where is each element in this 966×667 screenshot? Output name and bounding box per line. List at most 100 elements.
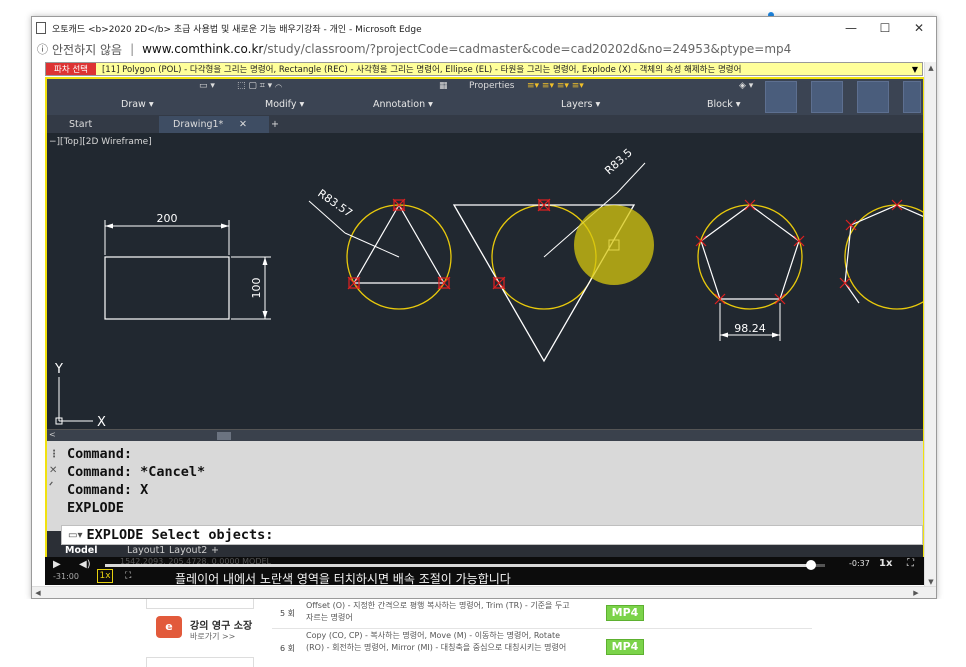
speed-right[interactable]: 1x [879, 558, 892, 569]
chapter-select-bar[interactable]: 파차 선택 [11] Polygon (POL) - 다각형을 그리는 명령어,… [45, 62, 923, 76]
command-line: EXPLODE [67, 500, 124, 516]
chapter-select-button[interactable]: 파차 선택 [46, 63, 96, 75]
speed-hint: 플레이어 내에서 노란색 영역을 터치하시면 배속 조절이 가능합니다 [175, 572, 511, 585]
axis-x-label: X [97, 415, 106, 429]
command-window[interactable]: ⋮ ✕ ᐟ Command: Command: *Cancel* Command: … [47, 441, 923, 531]
ucs-icon: Y X [54, 362, 106, 429]
cursor-highlight [574, 205, 654, 285]
add-layout-icon[interactable]: + [207, 545, 223, 556]
minimize-button[interactable]: — [834, 21, 868, 35]
rect-tool-icon[interactable]: ▭ ▾ [199, 81, 215, 91]
command-line: Command: *Cancel* [67, 464, 206, 480]
lesson-row: 6 회 Copy (CO, CP) - 복사하는 명령어, Move (M) -… [272, 629, 812, 667]
ribbon-block[interactable]: Block ▾ [707, 99, 740, 110]
maximize-button[interactable]: ☐ [868, 21, 902, 35]
scroll-left-icon[interactable]: < [49, 430, 56, 439]
dim-height: 100 [231, 256, 271, 320]
time-left: -31:00 [53, 572, 79, 581]
command-line: Command: X [67, 482, 149, 498]
address-bar[interactable]: ⓘ 안전하지 않음 | www.comthink.co.kr /study/cl… [32, 39, 936, 59]
video-player[interactable]: ▭ ▾ ⬚ ▢ ⌗ ▾ ⌒ ▦ Properties ≡▾ ≡▾ ≡▾ ≡▾ ◈… [45, 77, 925, 585]
drawing-canvas: 200 100 R83.57 R83.5 98.24 Y X [54, 146, 923, 429]
expand-icon[interactable]: ⛶ [125, 571, 131, 581]
drawing-viewport[interactable]: −][Top][2D Wireframe] 200 100 R83.57 R83… [47, 133, 923, 429]
dim-width: 200 [104, 212, 230, 255]
ribbon-tab-button[interactable] [857, 81, 889, 113]
chevron-down-icon[interactable]: ▼ [908, 65, 922, 74]
command-input[interactable]: ▭▾ EXPLODE Select objects: [61, 525, 923, 545]
keep-course-card[interactable]: e 강의 영구 소장 바로가기 >> [146, 613, 254, 643]
insecure-label: 안전하지 않음 [52, 42, 123, 57]
block-icon[interactable]: ◈ ▾ [739, 81, 753, 91]
chapter-current[interactable]: [11] Polygon (POL) - 다각형을 그리는 명령어, Recta… [102, 63, 908, 75]
modify-tools-icon[interactable]: ⬚ ▢ ⌗ ▾ ⌒ [237, 81, 282, 91]
horizontal-scrollbar[interactable]: ◀ ▶ [32, 586, 936, 598]
info-icon[interactable]: ⓘ [37, 41, 48, 57]
edge-window: 오토캐드 <b>2020 2D</b> 초급 사용법 및 새로운 기능 배우기강… [31, 16, 937, 599]
table-icon[interactable]: ▦ [439, 81, 448, 91]
ribbon-draw[interactable]: Draw ▾ [121, 99, 154, 110]
page-icon [36, 22, 46, 34]
new-tab-icon[interactable]: + [265, 116, 285, 133]
address-separator: | [130, 42, 135, 56]
volume-icon[interactable]: ◀) [79, 559, 91, 570]
mp4-button[interactable]: MP4 [606, 639, 644, 655]
lesson-desc[interactable]: Offset (O) - 지정한 간격으로 평행 복사하는 명령어, Trim … [306, 600, 576, 624]
ie-icon: e [156, 616, 182, 638]
ribbon-modify[interactable]: Modify ▾ [265, 99, 304, 110]
drawing-scrollbar[interactable]: < [47, 429, 923, 441]
ribbon-layers[interactable]: Layers ▾ [561, 99, 600, 110]
scroll-thumb[interactable] [217, 432, 231, 440]
radius1-label: R83.57 [315, 187, 355, 220]
speed-button[interactable]: 1x [97, 569, 113, 583]
lesson-number: 5 회 [280, 609, 295, 618]
url-path: /study/classroom/?projectCode=cadmaster&… [263, 42, 792, 56]
side-card [146, 657, 254, 667]
screen: 오토캐드 <b>2020 2D</b> 초급 사용법 및 새로운 기능 배우기강… [0, 0, 966, 667]
window-title: 오토캐드 <b>2020 2D</b> 초급 사용법 및 새로운 기능 배우기강… [52, 24, 422, 35]
ribbon: ▭ ▾ ⬚ ▢ ⌗ ▾ ⌒ ▦ Properties ≡▾ ≡▾ ≡▾ ≡▾ ◈… [47, 79, 923, 115]
command-prompt: EXPLODE Select objects: [86, 527, 274, 543]
scroll-up-icon[interactable]: ▲ [925, 62, 936, 74]
lesson-desc[interactable]: Copy (CO, CP) - 복사하는 명령어, Move (M) - 이동하… [306, 630, 576, 654]
command-icon[interactable]: ▭▾ [68, 530, 82, 541]
mp4-button[interactable]: MP4 [606, 605, 644, 621]
autocad-screen: ▭ ▾ ⬚ ▢ ⌗ ▾ ⌒ ▦ Properties ≡▾ ≡▾ ≡▾ ≡▾ ◈… [45, 77, 925, 559]
tab-layout2[interactable]: Layout2 [165, 545, 211, 556]
keep-link[interactable]: 바로가기 >> [190, 631, 235, 642]
close-button[interactable]: ✕ [902, 21, 936, 35]
tab-model[interactable]: Model [61, 545, 101, 556]
properties-label[interactable]: Properties [469, 81, 514, 91]
ribbon-annotation[interactable]: Annotation ▾ [373, 99, 433, 110]
ribbon-tab-button[interactable] [765, 81, 797, 113]
circle-big-triangle: R83.5 [452, 146, 654, 363]
tab-drawing1[interactable]: Drawing1* [159, 116, 269, 133]
page-below: e 강의 영구 소장 바로가기 >> 5 회 Offset (O) - 지정한 … [0, 599, 966, 667]
progress-knob[interactable] [805, 560, 816, 570]
time-right: -0:37 [849, 559, 870, 568]
player-controls: 1542.2093, 205.4728, 0.0000 MODEL ▶ ◀) -… [45, 557, 925, 585]
vertical-scrollbar[interactable]: ▲ ▼ [924, 62, 936, 588]
dim-height-label: 100 [250, 278, 263, 299]
close-icon[interactable]: ✕ [235, 116, 251, 133]
lesson-row: 5 회 Offset (O) - 지정한 간격으로 평행 복사하는 명령어, T… [272, 599, 812, 629]
dim-width-label: 200 [157, 212, 178, 225]
circle-pentagon: 98.24 [697, 204, 803, 341]
layer-tools-icon[interactable]: ≡▾ ≡▾ ≡▾ ≡▾ [527, 81, 584, 91]
lesson-number: 6 회 [280, 644, 295, 653]
pentagon-side-label: 98.24 [734, 322, 766, 335]
fullscreen-icon[interactable]: ⛶ [907, 558, 914, 569]
ribbon-tab-button[interactable] [811, 81, 843, 113]
file-tabs: Start Drawing1* ✕ + [47, 115, 923, 133]
keep-title: 강의 영구 소장 [190, 621, 253, 632]
progress-track[interactable] [105, 564, 825, 567]
circle-triangle: R83.57 [308, 187, 452, 310]
scroll-right-icon[interactable]: ▶ [910, 587, 922, 598]
scroll-left-icon[interactable]: ◀ [32, 587, 44, 598]
command-line: Command: [67, 446, 133, 462]
tab-start[interactable]: Start [55, 116, 106, 133]
command-side-icons: ⋮ ✕ ᐟ [49, 449, 59, 492]
play-icon[interactable]: ▶ [53, 559, 61, 570]
tab-layout1[interactable]: Layout1 [123, 545, 169, 556]
ribbon-tab-button[interactable] [903, 81, 921, 113]
